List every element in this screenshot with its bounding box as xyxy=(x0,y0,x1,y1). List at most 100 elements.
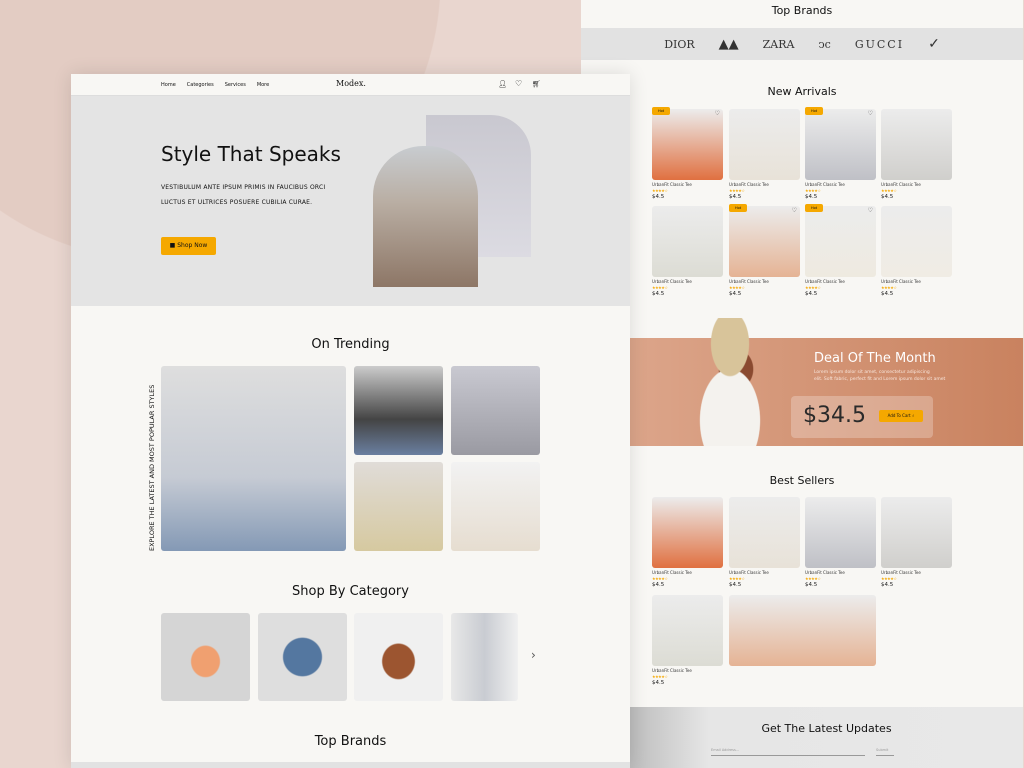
product-card[interactable]: UrbanFit Classic Tee ★★★★☆ $4.5 xyxy=(652,595,723,687)
product-price: $4.5 xyxy=(652,291,665,297)
product-card[interactable]: UrbanFit Classic Tee ★★★★☆ $4.5 xyxy=(729,497,800,589)
product-name: UrbanFit Classic Tee xyxy=(805,279,845,284)
newsletter-title: Get The Latest Updates xyxy=(761,722,892,735)
product-name: UrbanFit Classic Tee xyxy=(805,182,845,187)
deal-text-1: Lorem ipsum dolor sit amet, consectetur … xyxy=(814,370,930,375)
product-price: $4.5 xyxy=(805,582,818,588)
product-price: $4.5 xyxy=(729,291,742,297)
product-price: $4.5 xyxy=(729,582,742,588)
rating-stars: ★★★★☆ xyxy=(652,674,668,679)
heart-icon[interactable]: ♡ xyxy=(515,79,522,88)
product-price: $4.5 xyxy=(881,582,894,588)
brand-nike-logo[interactable]: ✓ xyxy=(928,36,940,52)
hot-badge: Hot xyxy=(652,107,671,115)
product-card[interactable]: UrbanFit Classic Tee ★★★★☆ $4.5 xyxy=(881,497,952,589)
email-input[interactable]: Email Address... xyxy=(711,748,865,756)
category-shoes[interactable] xyxy=(161,613,250,701)
product-price: $4.5 xyxy=(805,194,818,200)
wishlist-heart-icon[interactable]: ♡ xyxy=(868,110,873,117)
shop-now-label: Shop Now xyxy=(177,242,208,249)
category-pants[interactable] xyxy=(451,613,518,701)
product-image xyxy=(729,109,800,180)
rating-stars: ★★★★☆ xyxy=(805,285,821,290)
newsletter-section: Get The Latest Updates Email Address... … xyxy=(630,707,1023,768)
product-card[interactable]: Hot ♡ UrbanFit Classic Tee ★★★★☆ $4.5 xyxy=(805,107,876,201)
product-image xyxy=(881,497,952,568)
trending-side-text: EXPLORE THE LATEST AND MOST POPULAR STYL… xyxy=(148,384,156,551)
product-name: UrbanFit Classic Tee xyxy=(729,279,769,284)
rating-stars: ★★★★☆ xyxy=(652,576,668,581)
trending-image-5[interactable] xyxy=(451,462,540,551)
wishlist-heart-icon[interactable]: ♡ xyxy=(868,207,873,214)
left-top-brands-title: Top Brands xyxy=(314,734,387,749)
product-price: $4.5 xyxy=(729,194,742,200)
cart-icon[interactable]: 🛒︎ xyxy=(532,80,541,88)
rating-stars: ★★★★☆ xyxy=(881,285,897,290)
product-card[interactable]: Hot ♡ UrbanFit Classic Tee ★★★★☆ $4.5 xyxy=(805,204,876,298)
trending-main-image[interactable] xyxy=(161,366,346,551)
product-card[interactable]: UrbanFit Classic Tee ★★★★☆ $4.5 xyxy=(652,497,723,589)
product-image xyxy=(729,206,800,277)
hand-icon: ☝ xyxy=(911,413,915,418)
add-to-cart-label: Add To Cart xyxy=(887,413,911,418)
wishlist-heart-icon[interactable]: ♡ xyxy=(715,110,720,117)
product-name: UrbanFit Classic Tee xyxy=(729,570,769,575)
product-image xyxy=(652,497,723,568)
hero-title: Style That Speaks xyxy=(161,142,341,166)
hot-badge: Hot xyxy=(729,204,748,212)
product-card[interactable]: UrbanFit Classic Tee ★★★★☆ $4.5 xyxy=(652,206,723,298)
deal-price: $34.5 xyxy=(803,403,866,428)
brand-chanel-logo[interactable]: ↄc xyxy=(818,38,830,51)
category-next-arrow[interactable]: › xyxy=(531,648,536,662)
category-bags[interactable] xyxy=(354,613,443,701)
rating-stars: ★★★★☆ xyxy=(729,285,745,290)
hero-subtitle-2: LUCTUS ET ULTRICES POSUERE CUBILIA CURAE… xyxy=(161,199,313,206)
product-image xyxy=(805,497,876,568)
nav-services[interactable]: Services xyxy=(225,82,246,88)
user-icon[interactable]: 👤︎ xyxy=(498,80,507,88)
trending-image-2[interactable] xyxy=(354,366,443,455)
deal-text-2: elit. Soft fabric, perfect fit and Lorem… xyxy=(814,377,946,382)
logo[interactable]: Modex. xyxy=(336,79,366,88)
rating-stars: ★★★★☆ xyxy=(652,285,668,290)
best-sellers-title: Best Sellers xyxy=(769,474,835,487)
category-shirts[interactable] xyxy=(258,613,347,701)
brand-dior[interactable]: DIOR xyxy=(664,38,694,51)
nav-categories[interactable]: Categories xyxy=(187,82,214,88)
add-to-cart-button[interactable]: Add To Cart ☝ xyxy=(879,410,923,422)
rating-stars: ★★★★☆ xyxy=(805,188,821,193)
submit-button[interactable]: Submit xyxy=(876,748,894,756)
shop-now-button[interactable]: ■ Shop Now xyxy=(161,237,216,255)
trending-image-3[interactable] xyxy=(451,366,540,455)
nav-home[interactable]: Home xyxy=(161,82,176,88)
product-price: $4.5 xyxy=(652,680,665,686)
product-card[interactable]: Hot ♡ UrbanFit Classic Tee ★★★★☆ $4.5 xyxy=(729,204,800,298)
product-card[interactable]: UrbanFit Classic Tee ★★★★☆ $4.5 xyxy=(729,109,800,201)
product-name: UrbanFit Classic Tee xyxy=(729,182,769,187)
product-name: UrbanFit Classic Tee xyxy=(881,570,921,575)
product-image xyxy=(729,497,800,568)
product-card[interactable]: UrbanFit Classic Tee ★★★★☆ $4.5 xyxy=(881,109,952,201)
nav-more[interactable]: More xyxy=(257,82,269,88)
wishlist-heart-icon[interactable]: ♡ xyxy=(792,207,797,214)
product-card[interactable]: UrbanFit Classic Tee ★★★★☆ $4.5 xyxy=(805,497,876,589)
product-image xyxy=(881,206,952,277)
product-image xyxy=(652,595,723,666)
trending-image-4[interactable] xyxy=(354,462,443,551)
brand-zara[interactable]: ZARA xyxy=(763,38,795,51)
deal-model-image xyxy=(670,318,790,446)
product-name: UrbanFit Classic Tee xyxy=(652,570,692,575)
product-name: UrbanFit Classic Tee xyxy=(652,668,692,673)
left-brands-bar xyxy=(71,762,630,768)
brand-adidas-logo[interactable]: ▲▲ xyxy=(719,37,739,52)
product-card[interactable]: Hot ♡ UrbanFit Classic Tee ★★★★☆ $4.5 xyxy=(652,107,723,201)
product-image xyxy=(729,595,876,666)
hero-subtitle-1: VESTIBULUM ANTE IPSUM PRIMIS IN FAUCIBUS… xyxy=(161,184,326,191)
product-name: UrbanFit Classic Tee xyxy=(805,570,845,575)
product-image xyxy=(881,109,952,180)
product-image xyxy=(652,109,723,180)
product-name: UrbanFit Classic Tee xyxy=(652,279,692,284)
product-card[interactable]: UrbanFit Classic Tee ★★★★☆ $4.5 xyxy=(881,206,952,298)
product-card[interactable] xyxy=(729,595,876,687)
brand-gucci[interactable]: GUCCI xyxy=(855,38,904,51)
